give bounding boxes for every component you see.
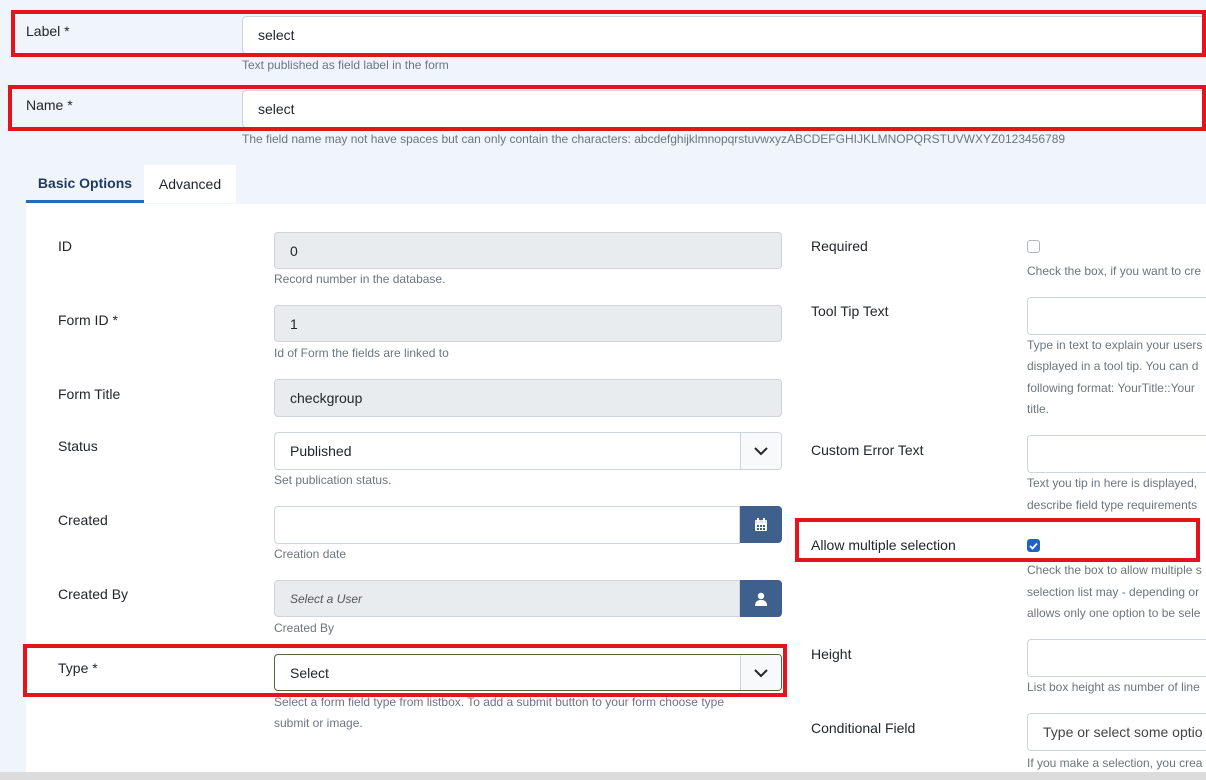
name-field-label: Name *: [26, 97, 73, 113]
type-help-text-line2: submit or image.: [274, 716, 363, 730]
name-input[interactable]: select: [242, 90, 1206, 128]
tab-basic-options-label: Basic Options: [37, 174, 133, 191]
multiple-help-line3: allows only one option to be sele: [1027, 606, 1201, 620]
id-input[interactable]: 0: [274, 232, 782, 269]
tooltip-label: Tool Tip Text: [811, 303, 889, 319]
form-id-help-text: Id of Form the fields are linked to: [274, 346, 449, 360]
conditional-select[interactable]: Type or select some optio: [1027, 713, 1206, 751]
custom-error-help-line1: Text you tip in here is displayed,: [1027, 476, 1198, 490]
chevron-down-icon: [740, 655, 781, 690]
user-icon: [755, 592, 767, 606]
horizontal-scrollbar[interactable]: [0, 772, 1206, 780]
tooltip-help-line1: Type in text to explain your users: [1027, 338, 1203, 352]
label-help-text: Text published as field label in the for…: [242, 58, 449, 72]
id-help-text: Record number in the database.: [274, 272, 446, 286]
id-value: 0: [290, 242, 298, 259]
label-input-value: select: [258, 27, 295, 43]
tab-advanced[interactable]: Advanced: [144, 165, 236, 203]
tooltip-help-line4: title.: [1027, 402, 1050, 416]
created-by-placeholder: Select a User: [290, 591, 363, 606]
select-user-button[interactable]: [740, 580, 782, 617]
form-title-value: checkgroup: [290, 390, 363, 406]
conditional-help-text: If you make a selection, you crea: [1027, 756, 1203, 770]
multiple-help-line2: selection list may - depending or: [1027, 585, 1200, 599]
created-by-help-text: Created By: [274, 621, 335, 635]
label-field-label: Label *: [26, 23, 70, 39]
multiple-label: Allow multiple selection: [811, 537, 956, 553]
id-label: ID: [58, 238, 72, 254]
created-by-label: Created By: [58, 586, 129, 602]
form-id-label: Form ID *: [58, 312, 118, 328]
multiple-help-line1: Check the box to allow multiple s: [1027, 563, 1202, 577]
multiple-checkbox[interactable]: [1027, 539, 1040, 552]
height-input[interactable]: [1027, 639, 1206, 677]
conditional-placeholder: Type or select some optio: [1043, 724, 1203, 740]
name-help-text: The field name may not have spaces but c…: [242, 132, 1066, 146]
form-title-label: Form Title: [58, 386, 121, 402]
label-input[interactable]: select: [242, 16, 1206, 54]
form-id-value: 1: [290, 315, 298, 332]
created-label: Created: [58, 512, 108, 528]
calendar-button[interactable]: [740, 506, 782, 543]
height-help-text: List box height as number of line: [1027, 680, 1200, 694]
name-input-value: select: [258, 101, 295, 117]
type-label: Type *: [58, 660, 98, 676]
height-label: Height: [811, 646, 852, 662]
conditional-label: Conditional Field: [811, 720, 916, 736]
tab-advanced-label: Advanced: [158, 176, 222, 192]
form-id-input[interactable]: 1: [274, 305, 782, 342]
created-help-text: Creation date: [274, 547, 347, 561]
type-select[interactable]: Select: [274, 654, 782, 691]
created-date-input[interactable]: [274, 506, 740, 544]
type-value: Select: [290, 664, 329, 681]
tooltip-help-line2: displayed in a tool tip. You can d: [1027, 359, 1199, 373]
check-icon: [1029, 542, 1038, 550]
required-help-text: Check the box, if you want to cre: [1027, 264, 1202, 278]
status-select[interactable]: Published: [274, 432, 782, 470]
tab-basic-options[interactable]: Basic Options: [26, 165, 144, 203]
tooltip-help-line3: following format: YourTitle::Your: [1027, 381, 1195, 395]
required-label: Required: [811, 238, 868, 254]
custom-error-label: Custom Error Text: [811, 442, 924, 458]
calendar-icon: [755, 517, 767, 531]
form-title-input[interactable]: checkgroup: [274, 379, 782, 417]
tooltip-input[interactable]: [1027, 297, 1206, 335]
status-help-text: Set publication status.: [274, 473, 392, 487]
required-checkbox[interactable]: [1027, 240, 1040, 253]
status-label: Status: [58, 438, 98, 454]
status-value: Published: [290, 443, 352, 459]
custom-error-help-line2: describe field type requirements: [1027, 498, 1198, 512]
custom-error-input[interactable]: [1027, 435, 1206, 473]
chevron-down-icon: [740, 433, 781, 469]
type-help-text-line1: Select a form field type from listbox. T…: [274, 695, 724, 709]
created-by-input[interactable]: Select a User: [274, 580, 740, 617]
